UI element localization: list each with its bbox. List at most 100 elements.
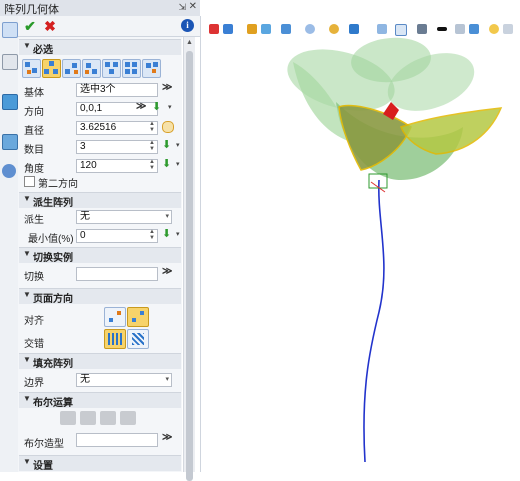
panel-scrollbar[interactable]: ▲	[183, 37, 195, 481]
min-value-field[interactable]: 0 ▲ ▼	[76, 229, 158, 243]
lock-icon[interactable]	[162, 121, 174, 133]
count-spinner-icon[interactable]: ▲ ▼	[149, 140, 155, 152]
count-pick-icon[interactable]: ⬇	[162, 138, 171, 151]
boundary-value: 无	[80, 374, 90, 385]
diameter-spinner-icon[interactable]: ▲ ▼	[149, 121, 155, 133]
collapse-icon: ▼	[23, 290, 31, 299]
diameter-value: 3.62516	[80, 122, 117, 133]
section-fill-header[interactable]: ▼ 填充阵列	[19, 353, 181, 370]
cancel-button[interactable]: ✖	[42, 18, 58, 34]
array-icon[interactable]	[2, 22, 18, 38]
array-circular-button[interactable]	[42, 59, 61, 78]
angle-label: 角度	[24, 164, 44, 175]
array-table-button[interactable]	[142, 59, 161, 78]
count-label: 数目	[24, 145, 44, 156]
collapse-icon: ▼	[23, 41, 31, 50]
panel-toolbar: ✔ ✖ i	[18, 16, 200, 37]
feature-tree-icon[interactable]	[2, 54, 18, 70]
boolean-expand-icon[interactable]: ≫	[162, 432, 172, 443]
scroll-thumb[interactable]	[186, 51, 193, 481]
section-face-direction-header[interactable]: ▼ 页面方向	[19, 288, 181, 305]
collapse-icon: ▼	[23, 249, 31, 258]
align-option-2-button[interactable]	[127, 307, 149, 327]
boolean-base-icon[interactable]	[60, 411, 76, 425]
angle-dropdown-icon[interactable]: ▾	[176, 160, 180, 168]
min-value: 0	[80, 230, 86, 241]
boundary-select[interactable]: 无 ▾	[76, 373, 172, 387]
3d-viewport[interactable]	[200, 16, 520, 472]
direction-value: 0,0,1	[80, 103, 103, 114]
section-settings-header[interactable]: ▼ 设置	[19, 455, 181, 472]
stagger-offset-button[interactable]	[127, 329, 149, 349]
switch-label: 切换	[24, 272, 44, 283]
direction-dropdown-icon[interactable]: ▾	[168, 103, 172, 111]
section-fill-title: 填充阵列	[33, 359, 73, 370]
min-value-label: 最小值(%)	[28, 234, 74, 245]
image-icon[interactable]	[2, 134, 18, 150]
close-icon[interactable]: ✕	[189, 1, 197, 12]
boolean-intersect-icon[interactable]	[120, 411, 136, 425]
panel-titlebar: 阵列几何体 ⇲ ✕	[0, 0, 200, 17]
section-switch-title: 切换实例	[33, 253, 73, 264]
line-style-icon[interactable]	[437, 27, 447, 31]
scroll-up-icon[interactable]: ▲	[186, 39, 193, 46]
min-dropdown-icon[interactable]: ▾	[176, 230, 180, 238]
min-pick-icon[interactable]: ⬇	[162, 227, 171, 240]
derive-label: 派生	[24, 215, 44, 226]
options-panel: ▼ 必选 基体 选中3个 ≫ 方向 0,0,1 ≫ ⬇ ▾ 直径 3.62516…	[18, 37, 182, 472]
angle-pick-icon[interactable]: ⬇	[162, 157, 171, 170]
boolean-add-icon[interactable]	[80, 411, 96, 425]
axis-marker-red	[370, 181, 386, 193]
derive-select[interactable]: 无 ▾	[76, 210, 172, 224]
boolean-mold-field[interactable]	[76, 433, 158, 447]
section-boolean-header[interactable]: ▼ 布尔运算	[19, 392, 181, 409]
angle-spinner-icon[interactable]: ▲ ▼	[149, 159, 155, 171]
angle-field[interactable]: 120 ▲ ▼	[76, 159, 158, 173]
count-value: 3	[80, 141, 86, 152]
angle-value: 120	[80, 160, 97, 171]
left-tool-strip	[0, 16, 19, 472]
section-boolean-title: 布尔运算	[33, 398, 73, 409]
base-value: 选中3个	[80, 84, 116, 95]
second-direction-label: 第二方向	[38, 179, 78, 190]
collapse-icon: ▼	[23, 355, 31, 364]
direction-expand-icon[interactable]: ≫	[136, 101, 146, 112]
base-expand-icon[interactable]: ≫	[162, 82, 172, 93]
ok-button[interactable]: ✔	[22, 18, 38, 34]
array-on-face-button[interactable]	[102, 59, 121, 78]
section-derived-header[interactable]: ▼ 派生阵列	[19, 192, 181, 209]
section-required-header[interactable]: ▼ 必选	[19, 39, 181, 56]
chevron-down-icon: ▾	[165, 376, 169, 383]
array-curve-guided-button[interactable]	[82, 59, 101, 78]
array-linear-button[interactable]	[22, 59, 41, 78]
align-option-1-button[interactable]	[104, 307, 126, 327]
second-direction-checkbox[interactable]	[24, 176, 35, 187]
base-field[interactable]: 选中3个	[76, 83, 158, 97]
count-dropdown-icon[interactable]: ▾	[176, 141, 180, 149]
count-field[interactable]: 3 ▲ ▼	[76, 140, 158, 154]
direction-label: 方向	[24, 107, 44, 118]
switch-expand-icon[interactable]: ≫	[162, 266, 172, 277]
stagger-label: 交错	[24, 339, 44, 350]
boolean-subtract-icon[interactable]	[100, 411, 116, 425]
boundary-label: 边界	[24, 378, 44, 389]
diameter-field[interactable]: 3.62516 ▲ ▼	[76, 121, 158, 135]
section-required-title: 必选	[33, 45, 53, 56]
switch-field[interactable]	[76, 267, 158, 281]
flower-model[interactable]	[201, 32, 520, 472]
user-icon[interactable]	[2, 164, 16, 178]
part-icon[interactable]	[2, 94, 18, 110]
min-spinner-icon[interactable]: ▲ ▼	[149, 229, 155, 241]
section-face-direction-title: 页面方向	[33, 294, 73, 305]
stagger-grid-button[interactable]	[104, 329, 126, 349]
align-label: 对齐	[24, 316, 44, 327]
section-switch-header[interactable]: ▼ 切换实例	[19, 247, 181, 264]
direction-pick-icon[interactable]: ⬇	[152, 100, 161, 113]
array-curve-button[interactable]	[62, 59, 81, 78]
info-icon[interactable]: i	[181, 19, 194, 32]
array-fill-button[interactable]	[122, 59, 141, 78]
stem-curve	[363, 179, 385, 463]
derive-value: 无	[80, 211, 90, 222]
pin-icon[interactable]: ⇲	[178, 2, 186, 13]
diameter-label: 直径	[24, 126, 44, 137]
